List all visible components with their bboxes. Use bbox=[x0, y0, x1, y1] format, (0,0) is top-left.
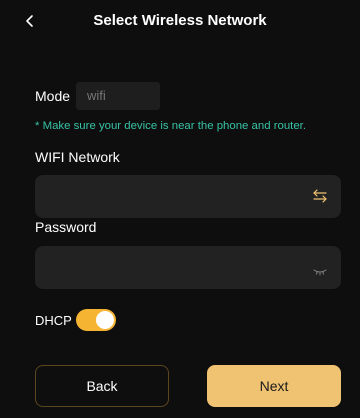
toggle-knob bbox=[95, 311, 114, 329]
next-button[interactable]: Next bbox=[207, 365, 341, 407]
dhcp-label: DHCP bbox=[35, 312, 72, 328]
page-title: Select Wireless Network bbox=[93, 12, 267, 29]
wifi-network-label: WIFI Network bbox=[35, 149, 120, 165]
mode-field[interactable]: wifi bbox=[76, 82, 161, 110]
mode-row: Mode wifi bbox=[35, 82, 161, 110]
wifi-network-input[interactable] bbox=[35, 175, 341, 218]
dhcp-row: DHCP bbox=[35, 309, 116, 331]
switch-arrows-icon[interactable] bbox=[311, 187, 329, 205]
mode-label: Mode bbox=[35, 88, 71, 104]
password-input[interactable] bbox=[35, 246, 341, 289]
proximity-hint: * Make sure your device is near the phon… bbox=[35, 120, 307, 132]
dhcp-toggle[interactable] bbox=[75, 309, 116, 331]
back-action-button[interactable]: Back bbox=[35, 365, 169, 407]
header-bar: Select Wireless Network bbox=[0, 0, 360, 46]
eye-closed-icon[interactable] bbox=[313, 263, 327, 276]
password-label: Password bbox=[35, 219, 97, 235]
